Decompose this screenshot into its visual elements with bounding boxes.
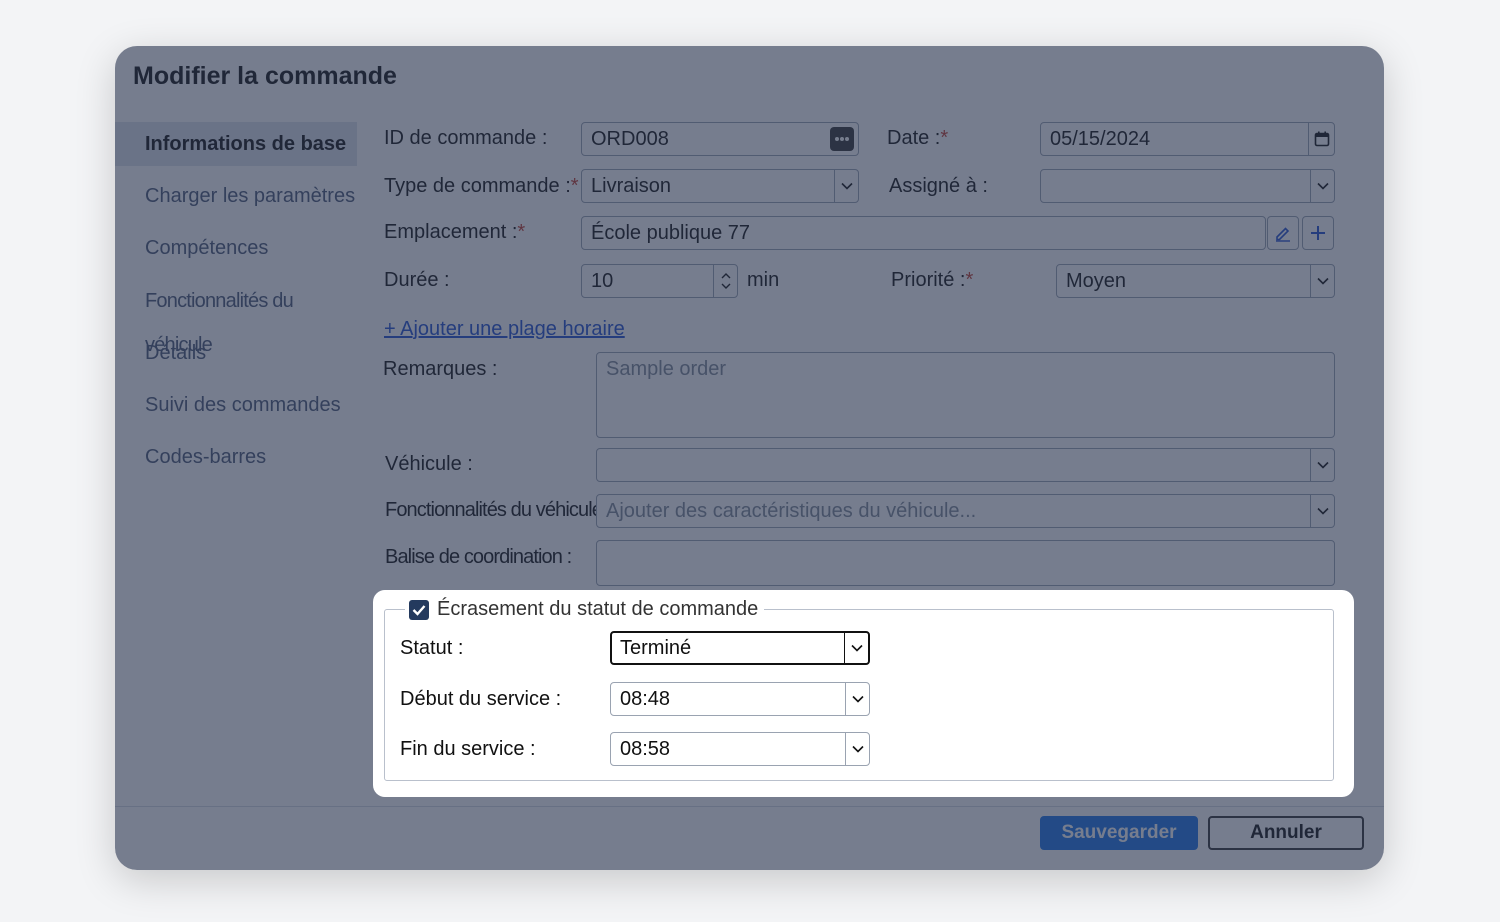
service-end-label: Fin du service :: [400, 738, 536, 760]
status-label: Statut :: [400, 637, 464, 659]
plus-icon: [1311, 226, 1325, 240]
status-override-section: Écrasement du statut de commande Statut …: [373, 590, 1354, 797]
service-end-select[interactable]: 08:58: [610, 732, 870, 766]
sidebar-item-vehicle-features[interactable]: Fonctionnalités du véhicule: [115, 279, 357, 356]
chevron-down-icon: [845, 733, 869, 765]
stepper-arrows-icon[interactable]: [713, 265, 737, 297]
chevron-down-icon: [845, 683, 869, 715]
assigned-to-label: Assigné à :: [889, 175, 988, 197]
chevron-down-icon: [844, 633, 868, 663]
assigned-to-select[interactable]: [1040, 169, 1335, 203]
date-label: Date :*: [887, 127, 949, 149]
remarks-placeholder: Sample order: [606, 358, 727, 380]
chevron-down-icon: [1310, 449, 1334, 481]
coordination-tag-label: Balise de coordination :: [385, 546, 572, 568]
service-start-value: 08:48: [620, 688, 671, 710]
status-override-legend: Écrasement du statut de commande: [405, 598, 765, 621]
date-value: 05/15/2024: [1050, 128, 1151, 150]
chevron-down-icon: [834, 170, 858, 202]
sidebar-item-skills[interactable]: Compétences: [115, 226, 357, 270]
service-start-select[interactable]: 08:48: [610, 682, 870, 716]
service-start-label: Début du service :: [400, 688, 562, 710]
location-label: Emplacement :*: [384, 221, 526, 243]
duration-stepper[interactable]: 10: [581, 264, 738, 298]
vehicle-features-label: Fonctionnalités du véhicule :: [385, 499, 612, 521]
status-select[interactable]: Terminé: [610, 631, 870, 665]
chevron-down-icon: [1310, 495, 1334, 527]
calendar-icon[interactable]: [1308, 123, 1334, 155]
more-icon[interactable]: [830, 127, 854, 151]
priority-value: Moyen: [1066, 270, 1127, 292]
sidebar-item-details[interactable]: Détails: [115, 331, 357, 375]
vehicle-label: Véhicule :: [385, 453, 473, 475]
priority-select[interactable]: Moyen: [1056, 264, 1335, 298]
sidebar-item-barcodes[interactable]: Codes-barres: [115, 435, 357, 479]
duration-label: Durée :: [384, 269, 450, 291]
cancel-button[interactable]: Annuler: [1208, 816, 1364, 850]
checkmark-icon: [412, 604, 426, 616]
status-override-checkbox[interactable]: [409, 599, 429, 620]
edit-location-button[interactable]: [1267, 216, 1299, 250]
order-id-value: ORD008: [591, 128, 669, 150]
order-id-label: ID de commande :: [384, 127, 548, 149]
status-override-fieldset: Écrasement du statut de commande Statut …: [384, 598, 1334, 781]
coordination-tag-field[interactable]: [596, 540, 1335, 586]
add-time-window-link[interactable]: + Ajouter une plage horaire: [384, 318, 625, 341]
location-field[interactable]: École publique 77: [581, 216, 1266, 250]
sidebar-item-load-settings[interactable]: Charger les paramètres: [115, 174, 357, 218]
vehicle-features-placeholder: Ajouter des caractéristiques du véhicule…: [606, 500, 977, 522]
duration-value: 10: [591, 270, 614, 292]
status-override-legend-label: Écrasement du statut de commande: [437, 598, 759, 620]
order-type-value: Livraison: [591, 175, 672, 197]
order-type-label: Type de commande :*: [384, 175, 579, 197]
vehicle-select[interactable]: [596, 448, 1335, 482]
chevron-down-icon: [1310, 170, 1334, 202]
order-type-select[interactable]: Livraison: [581, 169, 859, 203]
date-field[interactable]: 05/15/2024: [1040, 122, 1335, 156]
order-id-field[interactable]: ORD008: [581, 122, 859, 156]
location-value: École publique 77: [591, 222, 751, 244]
priority-label: Priorité :*: [891, 269, 974, 291]
vehicle-features-select[interactable]: Ajouter des caractéristiques du véhicule…: [596, 494, 1335, 528]
add-location-button[interactable]: [1302, 216, 1334, 250]
status-value: Terminé: [620, 637, 692, 659]
dialog-title: Modifier la commande: [133, 62, 397, 90]
remarks-label: Remarques :: [383, 358, 498, 380]
remarks-textarea[interactable]: Sample order: [596, 352, 1335, 438]
pencil-icon: [1276, 227, 1290, 242]
duration-unit: min: [747, 269, 780, 291]
service-end-value: 08:58: [620, 738, 671, 760]
sidebar-item-order-tracking[interactable]: Suivi des commandes: [115, 383, 357, 427]
sidebar-item-basic-info[interactable]: Informations de base: [115, 122, 357, 166]
save-button[interactable]: Sauvegarder: [1040, 816, 1198, 850]
chevron-down-icon: [1310, 265, 1334, 297]
